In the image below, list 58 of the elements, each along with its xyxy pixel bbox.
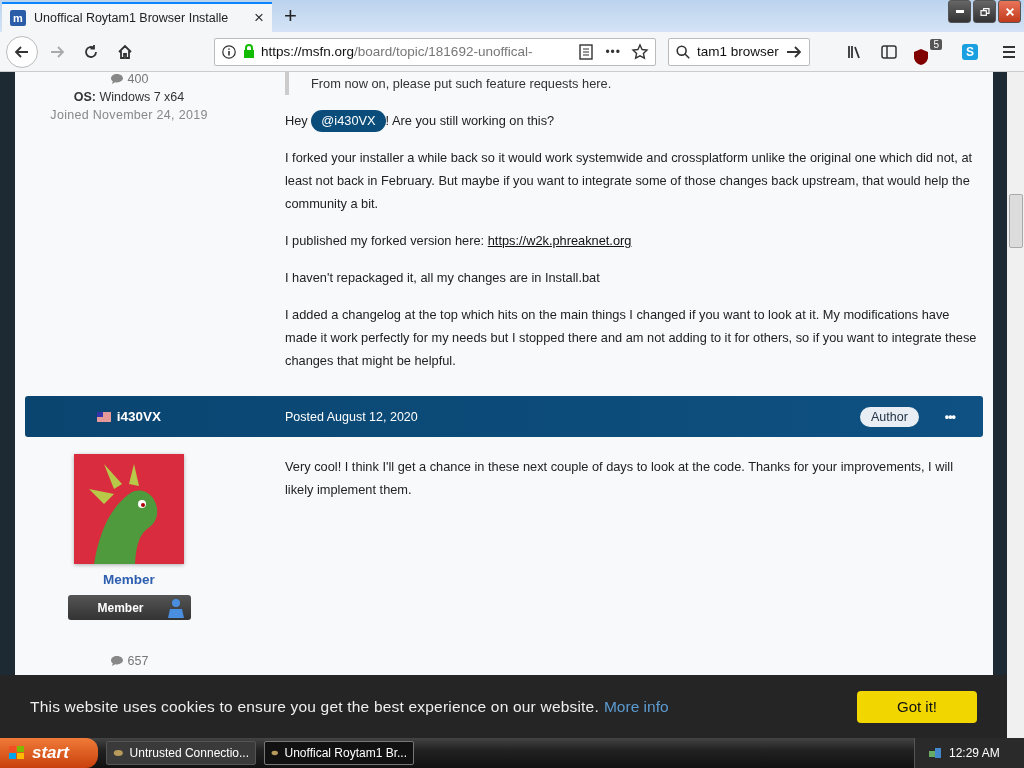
scrollbar[interactable] — [1007, 72, 1024, 738]
author-os: OS: Windows 7 x64 — [73, 90, 185, 104]
quote-text: From now on, please put such feature requests here. — [285, 72, 979, 95]
cookie-message: This website uses cookies to ensure you get the best experience on our website. — [30, 697, 599, 716]
more-actions-button[interactable]: ••• — [601, 44, 625, 59]
paragraph: I haven't repackaged it, all my changes are in Install.bat — [285, 269, 601, 287]
paragraph: I forked your installer a while back so it would work systemwide and crossplatform unlike the original one which did not, at least not back in February. But maybe if you want to integrate some of those changes back upstream, that would help the community a bit. — [285, 149, 974, 213]
new-tab-button[interactable]: + — [272, 3, 309, 32]
close-window-button[interactable] — [998, 0, 1021, 23]
author-badge: Author — [860, 406, 919, 427]
reader-view-icon[interactable] — [577, 42, 596, 61]
rank-badge: Member — [67, 595, 191, 620]
search-field[interactable]: tam1 browser — [668, 37, 810, 66]
restore-icon — [978, 5, 991, 18]
minimize-button[interactable] — [948, 0, 971, 23]
reload-icon — [82, 42, 100, 61]
comment-icon — [109, 73, 124, 85]
close-icon — [1003, 5, 1016, 18]
home-icon — [116, 42, 134, 61]
back-button[interactable] — [6, 35, 38, 68]
paragraph: Hey @i430VX ! Are you still working on this? — [285, 109, 979, 132]
joined-date: Joined November 24, 2019 — [50, 108, 208, 122]
url-field[interactable]: https://msfn.org/board/topic/181692-unoffical- ••• — [214, 37, 656, 66]
close-tab-button[interactable]: × — [254, 8, 264, 28]
link[interactable]: https://w2k.phreaknet.org — [487, 233, 632, 248]
post-menu-button[interactable]: ••• — [944, 409, 955, 424]
extension-badge: 5 — [930, 38, 942, 50]
shield-extension-button[interactable]: 5 — [914, 38, 942, 65]
post-date: Posted August 12, 2020 — [285, 409, 419, 424]
minimize-icon — [955, 10, 964, 13]
post-count: 400 — [109, 72, 149, 86]
lock-icon — [243, 44, 255, 59]
network-icon — [927, 745, 943, 761]
start-button[interactable]: start — [0, 738, 98, 768]
shield-icon — [914, 48, 928, 65]
info-icon — [221, 43, 237, 60]
restore-button[interactable] — [973, 0, 996, 23]
member-group: Member — [103, 572, 155, 587]
paragraph: I added a changelog at the top which hits on the main things I changed if you want to look at it. My modifications have made it work perfectly for my needs but I stopped there and am not adding to it for others, so if you want to integrate these changes that might be helpful. — [285, 306, 978, 370]
flag-icon — [96, 411, 111, 422]
comment-icon — [109, 655, 124, 667]
sidebar-icon[interactable] — [880, 42, 898, 61]
mention-link[interactable]: @i430VX — [311, 110, 386, 132]
clock: 12:29 AM — [949, 746, 1000, 760]
post-count: 657 — [109, 654, 149, 668]
taskbar-button[interactable]: Untrusted Connectio... — [106, 741, 256, 765]
author-name[interactable]: i430VX — [116, 409, 162, 424]
star-icon[interactable] — [631, 42, 649, 61]
app-icon — [113, 747, 124, 759]
more-info-link[interactable]: More info — [603, 697, 669, 716]
browser-tab[interactable]: m Unoffical Roytam1 Browser Installe × — [2, 2, 272, 32]
windows-logo-icon — [8, 745, 26, 761]
favicon: m — [10, 10, 26, 26]
search-icon — [675, 43, 691, 60]
paragraph: I published my forked version here: https://w2k.phreaknet.org — [285, 232, 633, 250]
accept-cookies-button[interactable]: Got it! — [857, 690, 977, 723]
paragraph: Very cool! I think I'll get a chance in these next couple of days to look at the code. Thanks for your improvements, I will likely implement them. — [285, 458, 954, 499]
taskbar-button[interactable]: Unoffical Roytam1 Br... — [264, 741, 414, 765]
